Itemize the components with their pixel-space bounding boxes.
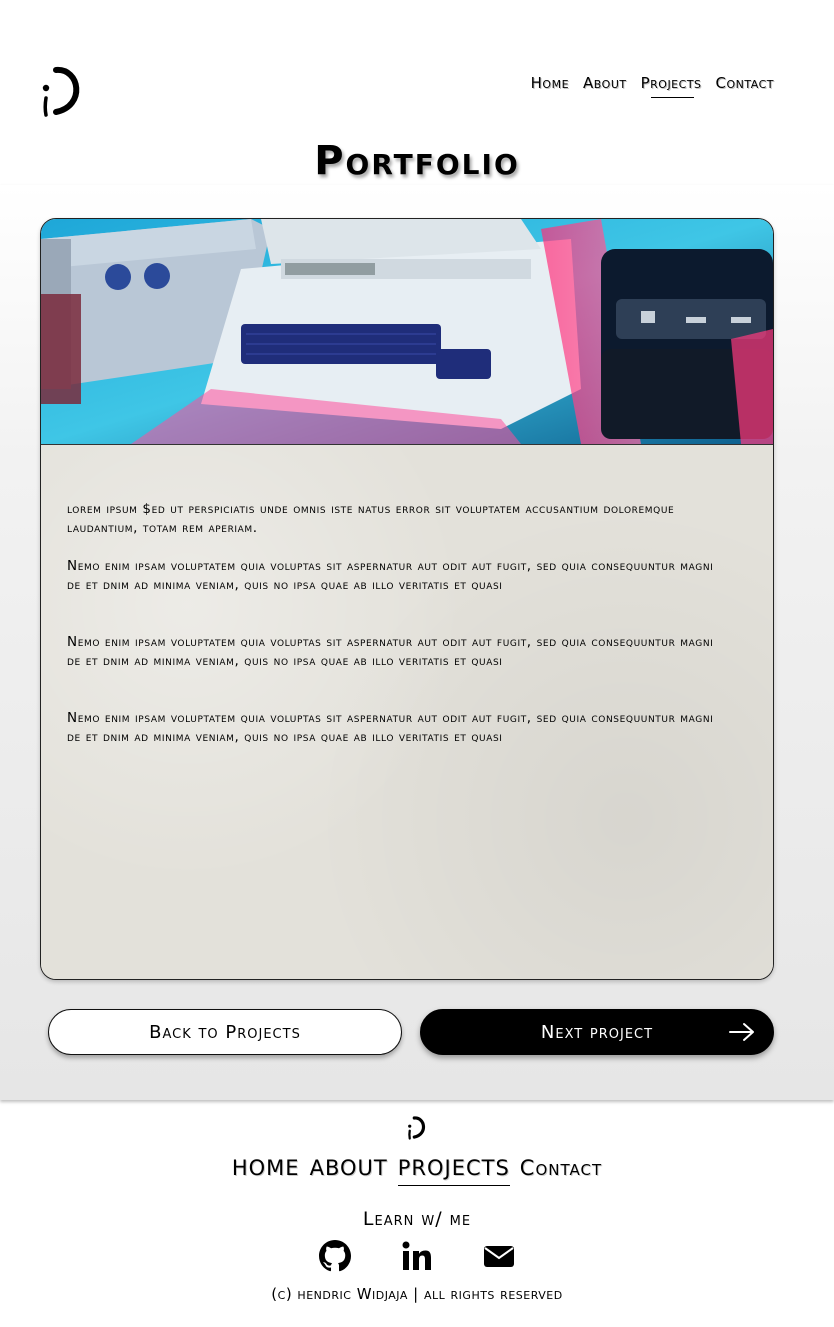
logo[interactable] xyxy=(40,66,84,118)
copyright-text: (c) hendric Widjaja | all rights reserve… xyxy=(271,1285,563,1303)
retro-computers-photo xyxy=(41,219,773,444)
footer-nav-contact[interactable]: Contact xyxy=(520,1156,602,1186)
page-title: Portfolio xyxy=(314,138,520,184)
nav-home[interactable]: Home xyxy=(531,74,569,98)
project-hero-image xyxy=(41,219,773,445)
social-links xyxy=(0,1240,834,1272)
winking-smiley-logo-icon xyxy=(42,67,80,117)
footer-nav-about[interactable]: ABOUT xyxy=(310,1156,388,1186)
project-paragraph: Nemo enim ipsam voluptatem quia voluptas… xyxy=(67,710,714,745)
main-nav: Home About Projects Contact xyxy=(531,74,774,98)
back-to-projects-button[interactable]: Back to Projects xyxy=(48,1009,402,1055)
footer-logo[interactable] xyxy=(407,1116,427,1140)
linkedin-icon[interactable] xyxy=(401,1240,433,1272)
nav-about[interactable]: About xyxy=(583,74,627,98)
project-paragraph: Nemo enim ipsam voluptatem quia voluptas… xyxy=(67,558,714,593)
learn-with-me-heading: Learn w/ me xyxy=(362,1208,472,1230)
arrow-right-icon xyxy=(729,1023,754,1041)
email-icon[interactable] xyxy=(483,1240,515,1272)
back-to-projects-label: Back to Projects xyxy=(149,1021,301,1043)
nav-projects[interactable]: Projects xyxy=(641,74,702,98)
winking-smiley-logo-icon xyxy=(408,1116,426,1140)
project-paragraph: Nemo enim ipsam voluptatem quia voluptas… xyxy=(67,634,714,669)
footer-nav-projects[interactable]: PROJECTS xyxy=(397,1156,510,1186)
next-project-label: Next project xyxy=(540,1021,654,1043)
next-project-button[interactable]: Next project xyxy=(420,1009,774,1055)
project-paragraph: lorem ipsum $ed ut perspiciatis unde omn… xyxy=(67,501,675,536)
footer-nav: HOME ABOUT PROJECTS Contact xyxy=(0,1156,834,1186)
project-description: lorem ipsum $ed ut perspiciatis unde omn… xyxy=(41,445,773,979)
github-icon[interactable] xyxy=(319,1240,351,1272)
project-card: lorem ipsum $ed ut perspiciatis unde omn… xyxy=(40,218,774,980)
nav-contact[interactable]: Contact xyxy=(716,74,774,98)
footer-nav-home[interactable]: HOME xyxy=(232,1156,300,1186)
